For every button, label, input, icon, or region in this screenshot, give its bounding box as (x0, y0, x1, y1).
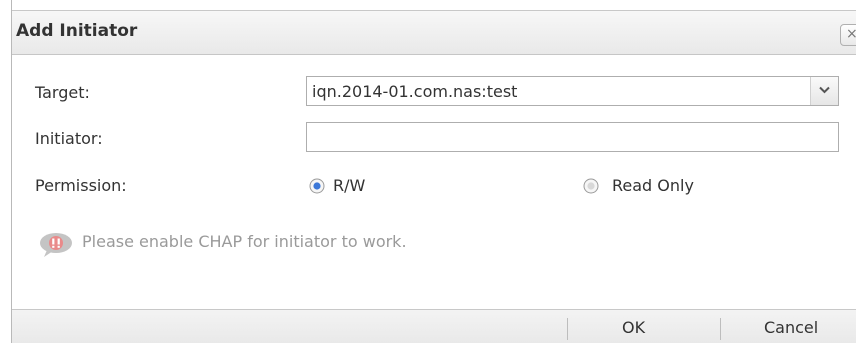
target-select-arrow[interactable] (810, 77, 838, 105)
initiator-label: Initiator: (35, 129, 103, 148)
dialog-footer: OK Cancel (12, 309, 856, 343)
add-initiator-dialog: Add Initiator × Target: iqn.2014-01.com.… (11, 0, 856, 343)
permission-readonly-label: Read Only (612, 176, 694, 195)
warning-bubble-icon (40, 233, 72, 257)
close-icon: × (846, 26, 856, 42)
target-select-value: iqn.2014-01.com.nas:test (312, 82, 518, 101)
footer-divider (567, 318, 568, 340)
dialog-titlebar: Add Initiator × (12, 10, 856, 55)
radio-selected-icon[interactable] (309, 178, 325, 194)
radio-unselected-icon[interactable] (583, 178, 599, 194)
footer-divider (720, 318, 721, 340)
dialog-title: Add Initiator (16, 21, 138, 41)
permission-rw-label: R/W (333, 176, 366, 195)
target-label: Target: (35, 83, 90, 102)
permission-label: Permission: (35, 176, 127, 195)
target-select[interactable]: iqn.2014-01.com.nas:test (306, 76, 839, 106)
close-button[interactable]: × (840, 24, 856, 46)
chevron-down-icon (819, 86, 830, 94)
initiator-input[interactable] (306, 122, 839, 152)
chap-notice-text: Please enable CHAP for initiator to work… (82, 232, 407, 251)
cancel-button[interactable]: Cancel (764, 318, 818, 337)
ok-button[interactable]: OK (622, 318, 645, 337)
